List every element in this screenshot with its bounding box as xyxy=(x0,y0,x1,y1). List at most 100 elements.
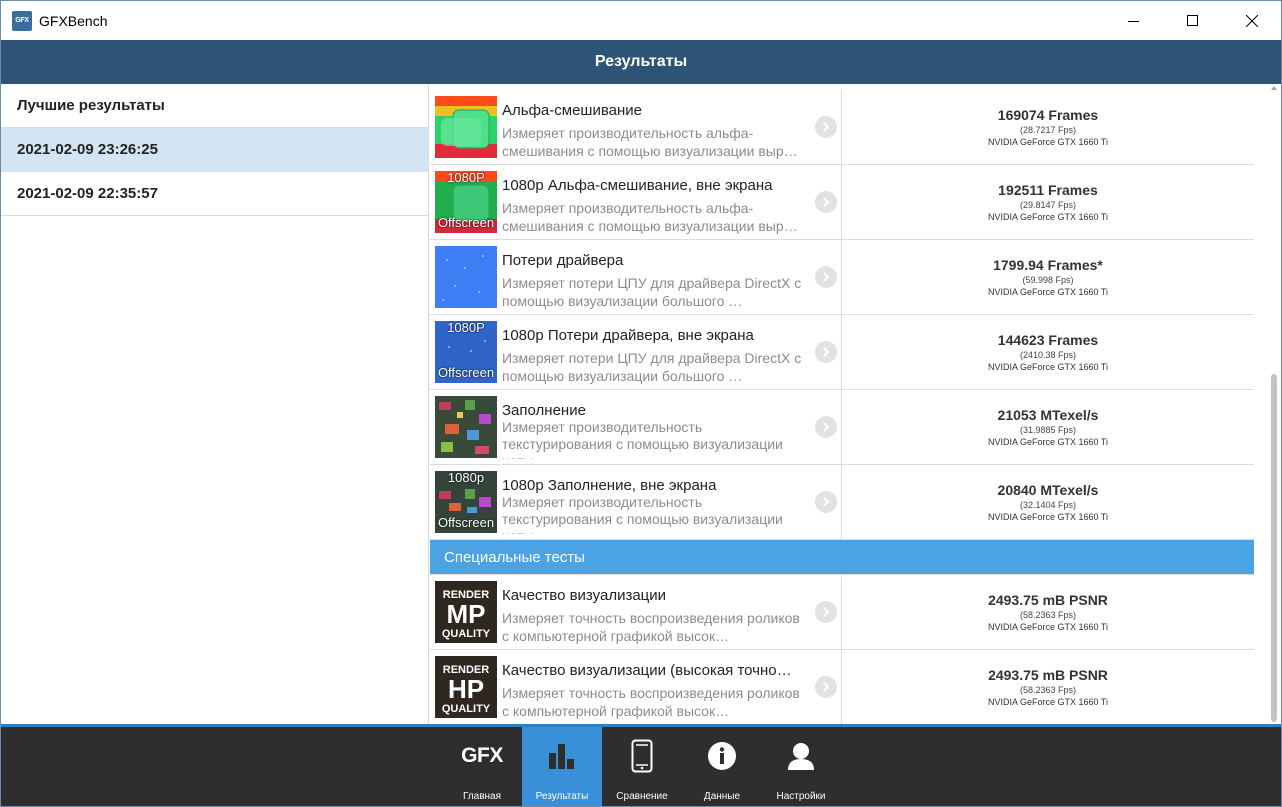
sidebar-item-session-1[interactable]: 2021-02-09 23:26:25 xyxy=(1,128,428,172)
details-button[interactable] xyxy=(815,601,837,623)
title-bar: GFX GFXBench xyxy=(1,1,1281,40)
result-info[interactable]: Потери драйвера Измеряет потери ЦПУ для … xyxy=(430,240,842,314)
gfx-logo-text: GFX xyxy=(461,744,503,767)
fps-value: (58.2363 Fps) xyxy=(1019,685,1077,695)
minimize-icon xyxy=(1127,20,1139,22)
test-thumbnail: 1080P Offscreen xyxy=(435,171,497,233)
sidebar-item-best-results[interactable]: Лучшие результаты xyxy=(1,84,428,128)
details-button[interactable] xyxy=(815,416,837,438)
test-description: Измеряет потери ЦПУ для драйвера DirectX… xyxy=(502,275,802,309)
page-header: Результаты xyxy=(1,40,1281,84)
score-value: 169074 Frames xyxy=(997,107,1099,123)
maximize-button[interactable] xyxy=(1163,1,1222,40)
score-value: 192511 Frames xyxy=(998,182,1098,198)
sidebar: Лучшие результаты 2021-02-09 23:26:25 20… xyxy=(1,84,429,726)
details-button[interactable] xyxy=(815,341,837,363)
test-description: Измеряет производительность текстурирова… xyxy=(502,494,783,534)
gpu-name: NVIDIA GeForce GTX 1660 Ti xyxy=(987,622,1109,632)
result-score: 192511 Frames (29.8147 Fps) NVIDIA GeFor… xyxy=(842,165,1254,239)
result-score: 2493.75 mB PSNR (58.2363 Fps) NVIDIA GeF… xyxy=(842,575,1254,649)
fps-value: (2410.38 Fps) xyxy=(1019,350,1077,360)
phone-icon xyxy=(631,727,653,785)
result-info[interactable]: 1080p Offscreen 1080p Заполнение, вне эк… xyxy=(430,465,842,539)
details-button[interactable] xyxy=(815,676,837,698)
thumb-label-top: 1080P xyxy=(447,321,485,335)
page-title: Результаты xyxy=(594,53,688,70)
chevron-right-icon xyxy=(823,422,830,432)
test-thumbnail xyxy=(435,96,497,158)
score-value: 2493.75 mB PSNR xyxy=(988,592,1108,608)
result-info[interactable]: 1080P Offscreen 1080p Потери драйвера, в… xyxy=(430,315,842,389)
render-quality-badge: RENDER HP QUALITY xyxy=(435,656,497,718)
app-window: GFX GFXBench Результаты Лучшие результат… xyxy=(0,0,1282,807)
result-info[interactable]: Заполнение Измеряет производительность т… xyxy=(430,390,842,464)
result-row[interactable]: 1080P Offscreen 1080p Потери драйвера, в… xyxy=(430,315,1254,390)
badge-main-text: MP xyxy=(447,599,486,629)
result-info[interactable]: RENDER HP QUALITY Качество визуализации … xyxy=(430,650,842,724)
results-panel: Альфа-смешивание Измеряет производительн… xyxy=(430,84,1281,726)
thumb-label-top: 1080P xyxy=(447,171,485,185)
result-info[interactable]: 1080P Offscreen 1080p Альфа-смешивание, … xyxy=(430,165,842,239)
chevron-right-icon xyxy=(823,197,830,207)
result-row[interactable]: Потери драйвера Измеряет потери ЦПУ для … xyxy=(430,240,1254,315)
result-row[interactable]: RENDER HP QUALITY Качество визуализации … xyxy=(430,650,1254,725)
details-button[interactable] xyxy=(815,116,837,138)
nav-data[interactable]: Данные xyxy=(682,727,762,806)
test-title: Потери драйвера xyxy=(502,252,624,269)
result-score: 169074 Frames (28.7217 Fps) NVIDIA GeFor… xyxy=(842,90,1254,164)
score-value: 2493.75 mB PSNR xyxy=(988,667,1108,683)
test-description: Измеряет потери ЦПУ для драйвера DirectX… xyxy=(502,350,802,384)
details-button[interactable] xyxy=(815,191,837,213)
section-header-special-tests: Специальные тесты xyxy=(430,540,1254,575)
test-description: Измеряет производительность альфа-смешив… xyxy=(502,200,798,234)
nav-label: Главная xyxy=(462,791,502,802)
minimize-button[interactable] xyxy=(1104,1,1163,40)
chevron-right-icon xyxy=(823,682,830,692)
app-icon: GFX xyxy=(12,10,32,31)
nav-home[interactable]: GFX Главная xyxy=(442,727,522,806)
scroll-up-arrow-icon[interactable] xyxy=(1271,86,1277,90)
gfx-logo-icon: GFX xyxy=(461,727,503,785)
result-score: 2493.75 mB PSNR (58.2363 Fps) NVIDIA GeF… xyxy=(842,650,1254,724)
test-description: Измеряет точность воспроизведения ролико… xyxy=(502,685,800,719)
result-score: 20840 MTexel/s (32.1404 Fps) NVIDIA GeFo… xyxy=(842,465,1254,539)
fps-value: (28.7217 Fps) xyxy=(1019,125,1077,135)
test-thumbnail xyxy=(435,396,497,458)
details-button[interactable] xyxy=(815,491,837,513)
result-score: 21053 MTexel/s (31.9885 Fps) NVIDIA GeFo… xyxy=(842,390,1254,464)
result-info[interactable]: Альфа-смешивание Измеряет производительн… xyxy=(430,90,842,164)
result-row[interactable]: 1080p Offscreen 1080p Заполнение, вне эк… xyxy=(430,465,1254,540)
chevron-right-icon xyxy=(823,347,830,357)
scrollbar[interactable] xyxy=(1268,84,1281,726)
details-button[interactable] xyxy=(815,266,837,288)
result-row[interactable]: RENDER MP QUALITY Качество визуализации … xyxy=(430,575,1254,650)
result-row[interactable]: Альфа-смешивание Измеряет производительн… xyxy=(430,90,1254,165)
nav-settings[interactable]: Настройки xyxy=(761,727,841,806)
section-title: Специальные тесты xyxy=(444,548,585,566)
nav-label: Результаты xyxy=(535,791,589,802)
thumb-label-bottom: Offscreen xyxy=(437,365,495,380)
result-info[interactable]: RENDER MP QUALITY Качество визуализации … xyxy=(430,575,842,649)
nav-results[interactable]: Результаты xyxy=(522,727,602,806)
result-score: 1799.94 Frames* (59.998 Fps) NVIDIA GeFo… xyxy=(842,240,1254,314)
test-title: Альфа-смешивание xyxy=(502,102,642,119)
nav-compare[interactable]: Сравнение xyxy=(602,727,682,806)
scrollbar-thumb[interactable] xyxy=(1271,374,1277,722)
gpu-name: NVIDIA GeForce GTX 1660 Ti xyxy=(987,362,1109,372)
close-button[interactable] xyxy=(1222,1,1281,40)
gpu-name: NVIDIA GeForce GTX 1660 Ti xyxy=(987,437,1109,447)
result-row[interactable]: 1080P Offscreen 1080p Альфа-смешивание, … xyxy=(430,165,1254,240)
test-thumbnail: 1080p Offscreen xyxy=(435,471,497,533)
test-title: 1080p Альфа-смешивание, вне экрана xyxy=(502,177,773,194)
test-description: Измеряет производительность текстурирова… xyxy=(502,419,783,459)
nav-label: Данные xyxy=(703,791,741,802)
bottom-nav: GFX Главная Результаты Сравнение Данные xyxy=(1,727,1281,806)
result-row[interactable]: Заполнение Измеряет производительность т… xyxy=(430,390,1254,465)
close-icon xyxy=(1245,14,1258,27)
sidebar-item-session-2[interactable]: 2021-02-09 22:35:57 xyxy=(1,172,428,216)
thumb-label-bottom: Offscreen xyxy=(437,515,495,530)
bar-chart-icon xyxy=(547,727,577,785)
score-value: 21053 MTexel/s xyxy=(997,407,1099,423)
chevron-right-icon xyxy=(823,607,830,617)
fps-value: (31.9885 Fps) xyxy=(1019,425,1077,435)
